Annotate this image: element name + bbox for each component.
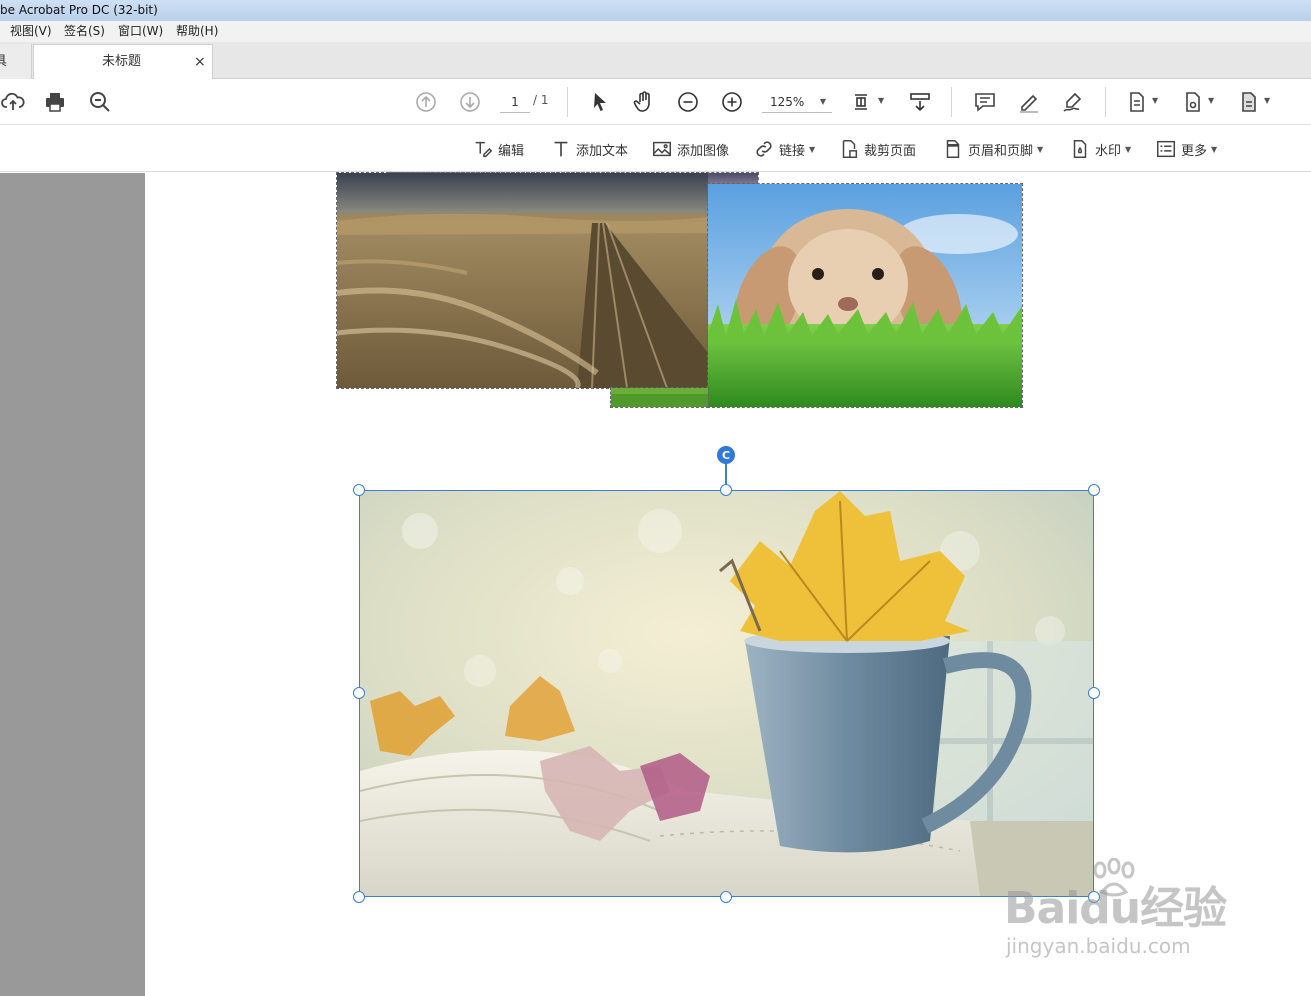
- scroll-mode-icon[interactable]: [907, 89, 933, 115]
- tab-document[interactable]: 未标题 ×: [33, 44, 213, 80]
- edit-label: 编辑: [498, 143, 525, 159]
- add-text-label: 添加文本: [576, 143, 629, 159]
- image-autumn-cup[interactable]: [360, 491, 1093, 896]
- toolbar-separator: [567, 87, 568, 117]
- tab-bar: 具 未标题 ×: [0, 42, 1311, 80]
- link-label: 链接: [779, 143, 806, 159]
- resize-handle-top[interactable]: [720, 484, 732, 496]
- image-grass-strip[interactable]: [610, 387, 709, 408]
- watermark-brand: Baidu经验: [1004, 883, 1227, 934]
- tab-tools[interactable]: 具: [0, 44, 32, 79]
- page-total: / 1: [533, 93, 549, 107]
- highlight-pen-icon[interactable]: [1016, 89, 1042, 115]
- crop-icon: [842, 140, 858, 158]
- comment-icon[interactable]: [972, 89, 998, 115]
- chevron-down-icon[interactable]: ▼: [1264, 96, 1270, 105]
- chevron-down-icon: ▼: [809, 144, 816, 154]
- page-number-input[interactable]: [500, 91, 530, 113]
- main-toolbar: / 1 125% ▼ ▼ ▼ ▼ ▼: [0, 79, 1311, 125]
- resize-handle-top-right[interactable]: [1088, 484, 1100, 496]
- resize-handle-left[interactable]: [353, 687, 365, 699]
- resize-handle-bottom[interactable]: [720, 891, 732, 903]
- text-icon: [554, 141, 568, 157]
- fit-page-icon[interactable]: [850, 89, 876, 115]
- watermark-url: jingyan.baidu.com: [1006, 934, 1191, 958]
- image-icon: [653, 141, 671, 157]
- add-image-label: 添加图像: [677, 143, 730, 159]
- zoom-out-icon[interactable]: [675, 89, 701, 115]
- resize-handle-top-left[interactable]: [353, 484, 365, 496]
- document-export-icon[interactable]: [1236, 89, 1262, 115]
- chevron-down-icon: ▼: [819, 97, 826, 106]
- print-icon[interactable]: [42, 89, 68, 115]
- crop-page-button[interactable]: 裁剪页面: [838, 137, 916, 161]
- tab-close-icon[interactable]: ×: [194, 45, 206, 79]
- chevron-down-icon[interactable]: ▼: [878, 96, 884, 105]
- resize-handle-right[interactable]: [1088, 687, 1100, 699]
- resize-handle-bottom-left[interactable]: [353, 891, 365, 903]
- baidu-watermark: Baidu经验 jingyan.baidu.com: [1004, 858, 1254, 968]
- edit-icon: [475, 141, 493, 158]
- toolbar-separator: [951, 87, 952, 117]
- document-tools-icon[interactable]: [1124, 89, 1150, 115]
- watermark-button[interactable]: 水印 ▼: [1069, 137, 1131, 161]
- image-rabbit[interactable]: [707, 183, 1023, 408]
- zoom-level-value: 125%: [770, 95, 805, 109]
- edit-button[interactable]: 编辑: [472, 137, 524, 161]
- cloud-upload-icon[interactable]: [0, 89, 26, 115]
- document-settings-icon[interactable]: [1180, 89, 1206, 115]
- sign-icon[interactable]: [1060, 89, 1086, 115]
- edit-pdf-toolbar: 编辑 添加文本 添加图像 链接 ▼ 裁剪页面 页眉和页脚 ▼ 水印 ▼ 更多 ▼: [0, 126, 1311, 172]
- chevron-down-icon[interactable]: ▼: [1152, 96, 1158, 105]
- link-button[interactable]: 链接 ▼: [753, 137, 815, 161]
- header-footer-label: 页眉和页脚: [968, 143, 1034, 159]
- add-text-button[interactable]: 添加文本: [550, 137, 628, 161]
- tab-tools-label: 具: [0, 54, 8, 69]
- prev-page-icon[interactable]: [413, 89, 439, 115]
- tab-document-label: 未标题: [102, 54, 142, 69]
- menu-sign[interactable]: 签名(S): [64, 21, 105, 42]
- crop-page-label: 裁剪页面: [864, 143, 917, 159]
- add-image-button[interactable]: 添加图像: [651, 137, 729, 161]
- zoom-in-icon[interactable]: [719, 89, 745, 115]
- rotate-handle-icon[interactable]: C: [717, 446, 735, 464]
- menu-help[interactable]: 帮助(H): [176, 21, 218, 42]
- image-desert-road[interactable]: [336, 172, 709, 389]
- watermark-icon: [1073, 140, 1087, 158]
- watermark-label: 水印: [1095, 143, 1122, 159]
- window-title-bar: be Acrobat Pro DC (32-bit): [0, 0, 1311, 21]
- window-title: be Acrobat Pro DC (32-bit): [0, 3, 158, 17]
- navigation-pane: [0, 173, 145, 996]
- more-button[interactable]: 更多 ▼: [1155, 137, 1217, 161]
- chevron-down-icon[interactable]: ▼: [1208, 96, 1214, 105]
- zoom-search-icon[interactable]: [87, 89, 113, 115]
- header-footer-button[interactable]: 页眉和页脚 ▼: [942, 137, 1043, 161]
- toolbar-separator: [1105, 87, 1106, 117]
- menu-view[interactable]: 视图(V): [10, 21, 52, 42]
- next-page-icon[interactable]: [457, 89, 483, 115]
- more-label: 更多: [1181, 143, 1208, 159]
- hand-tool-icon[interactable]: [631, 89, 657, 115]
- chevron-down-icon: ▼: [1125, 144, 1132, 154]
- link-icon: [756, 141, 772, 157]
- zoom-level-select[interactable]: 125% ▼: [762, 91, 832, 113]
- chevron-down-icon: ▼: [1211, 144, 1218, 154]
- menu-bar: 视图(V) 签名(S) 窗口(W) 帮助(H): [0, 21, 1311, 42]
- chevron-down-icon: ▼: [1037, 144, 1044, 154]
- select-pointer-icon[interactable]: [587, 89, 613, 115]
- more-list-icon: [1157, 140, 1175, 158]
- menu-window[interactable]: 窗口(W): [118, 21, 163, 42]
- header-footer-icon: [946, 140, 960, 158]
